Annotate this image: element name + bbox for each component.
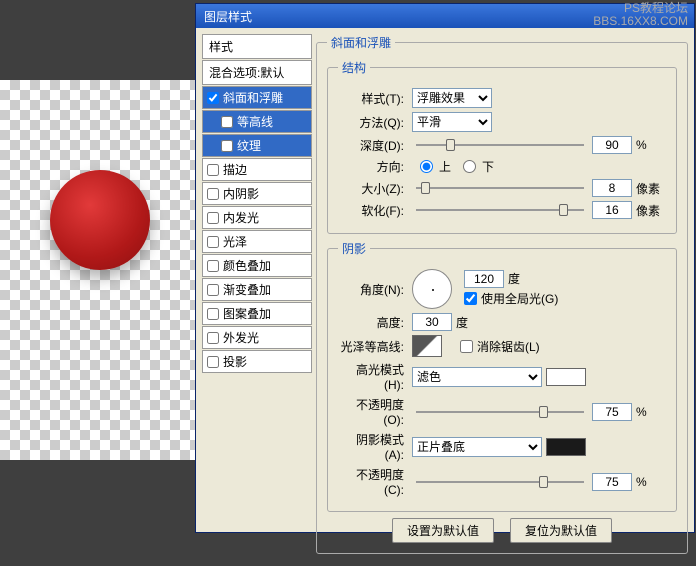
highlight-opacity-slider[interactable] [416, 403, 584, 421]
watermark-line2: BBS.16XX8.COM [593, 15, 688, 28]
soften-unit: 像素 [636, 202, 666, 219]
soften-label: 软化(F): [338, 202, 408, 219]
section-title: 斜面和浮雕 [327, 34, 395, 51]
altitude-label: 高度: [338, 314, 408, 331]
style-item-9[interactable]: 图案叠加 [202, 302, 312, 325]
altitude-unit: 度 [456, 314, 486, 331]
direction-down-radio[interactable] [463, 160, 476, 173]
size-label: 大小(Z): [338, 180, 408, 197]
style-label-3: 描边 [223, 161, 247, 178]
style-label-2: 纹理 [237, 137, 261, 154]
style-label-0: 斜面和浮雕 [223, 89, 283, 106]
style-item-3[interactable]: 描边 [202, 158, 312, 181]
style-item-10[interactable]: 外发光 [202, 326, 312, 349]
styles-list: 样式 混合选项:默认 斜面和浮雕等高线纹理描边内阴影内发光光泽颜色叠加渐变叠加图… [202, 34, 312, 560]
shadow-opacity-input[interactable] [592, 473, 632, 491]
red-circle-layer [50, 170, 150, 270]
depth-label: 深度(D): [338, 137, 408, 154]
style-checkbox-6[interactable] [207, 236, 219, 248]
style-item-5[interactable]: 内发光 [202, 206, 312, 229]
style-item-11[interactable]: 投影 [202, 350, 312, 373]
layer-style-dialog: 图层样式 样式 混合选项:默认 斜面和浮雕等高线纹理描边内阴影内发光光泽颜色叠加… [195, 3, 695, 533]
style-label: 样式(T): [338, 90, 408, 107]
canvas-checker [0, 80, 195, 460]
depth-slider[interactable] [416, 136, 584, 154]
style-label-5: 内发光 [223, 209, 259, 226]
blending-options-default[interactable]: 混合选项:默认 [202, 60, 312, 85]
style-checkbox-10[interactable] [207, 332, 219, 344]
style-label-10: 外发光 [223, 329, 259, 346]
style-item-2[interactable]: 纹理 [202, 134, 312, 157]
angle-unit: 度 [508, 270, 538, 287]
style-item-1[interactable]: 等高线 [202, 110, 312, 133]
direction-up-radio[interactable] [420, 160, 433, 173]
shadow-mode-label: 阴影模式(A): [338, 431, 408, 462]
shading-group: 阴影 角度(N): 度 使用全局光(G) [327, 240, 677, 512]
style-checkbox-3[interactable] [207, 164, 219, 176]
style-checkbox-9[interactable] [207, 308, 219, 320]
angle-label: 角度(N): [338, 281, 408, 298]
gloss-contour-label: 光泽等高线: [338, 338, 408, 355]
down-label: 下 [482, 158, 494, 175]
highlight-opacity-unit: % [636, 405, 666, 419]
reset-default-button[interactable]: 复位为默认值 [510, 518, 612, 543]
style-label-9: 图案叠加 [223, 305, 271, 322]
highlight-mode-label: 高光模式(H): [338, 361, 408, 392]
style-label-1: 等高线 [237, 113, 273, 130]
highlight-opacity-input[interactable] [592, 403, 632, 421]
style-item-7[interactable]: 颜色叠加 [202, 254, 312, 277]
structure-group: 结构 样式(T): 浮雕效果 方法(Q): 平滑 深度(D): % [327, 59, 677, 234]
global-light-checkbox[interactable] [464, 292, 477, 305]
antialias-checkbox[interactable] [460, 340, 473, 353]
style-checkbox-11[interactable] [207, 356, 219, 368]
style-item-0[interactable]: 斜面和浮雕 [202, 86, 312, 109]
technique-select[interactable]: 平滑 [412, 112, 492, 132]
size-input[interactable] [592, 179, 632, 197]
size-unit: 像素 [636, 180, 666, 197]
style-checkbox-4[interactable] [207, 188, 219, 200]
highlight-mode-select[interactable]: 滤色 [412, 367, 542, 387]
bevel-emboss-section: 斜面和浮雕 结构 样式(T): 浮雕效果 方法(Q): 平滑 深度(D): [316, 34, 688, 554]
technique-label: 方法(Q): [338, 114, 408, 131]
style-select[interactable]: 浮雕效果 [412, 88, 492, 108]
direction-label: 方向: [338, 158, 408, 175]
style-label-11: 投影 [223, 353, 247, 370]
size-slider[interactable] [416, 179, 584, 197]
style-label-4: 内阴影 [223, 185, 259, 202]
depth-unit: % [636, 138, 666, 152]
soften-slider[interactable] [416, 201, 584, 219]
style-item-8[interactable]: 渐变叠加 [202, 278, 312, 301]
style-label-6: 光泽 [223, 233, 247, 250]
shadow-mode-select[interactable]: 正片叠底 [412, 437, 542, 457]
structure-legend: 结构 [338, 59, 370, 76]
highlight-opacity-label: 不透明度(O): [338, 396, 408, 427]
style-label-8: 渐变叠加 [223, 281, 271, 298]
set-default-button[interactable]: 设置为默认值 [392, 518, 494, 543]
shadow-opacity-slider[interactable] [416, 473, 584, 491]
shadow-color-swatch[interactable] [546, 438, 586, 456]
style-checkbox-1[interactable] [221, 116, 233, 128]
shadow-opacity-unit: % [636, 475, 666, 489]
style-checkbox-0[interactable] [207, 92, 219, 104]
styles-header[interactable]: 样式 [202, 34, 312, 59]
shadow-opacity-label: 不透明度(C): [338, 466, 408, 497]
shading-legend: 阴影 [338, 240, 370, 257]
style-item-6[interactable]: 光泽 [202, 230, 312, 253]
style-checkbox-2[interactable] [221, 140, 233, 152]
style-checkbox-8[interactable] [207, 284, 219, 296]
highlight-color-swatch[interactable] [546, 368, 586, 386]
altitude-input[interactable] [412, 313, 452, 331]
depth-input[interactable] [592, 136, 632, 154]
antialias-label: 消除锯齿(L) [477, 338, 540, 355]
gloss-contour-picker[interactable] [412, 335, 442, 357]
global-light-label: 使用全局光(G) [481, 290, 558, 307]
style-item-4[interactable]: 内阴影 [202, 182, 312, 205]
style-label-7: 颜色叠加 [223, 257, 271, 274]
angle-input[interactable] [464, 270, 504, 288]
angle-dial[interactable] [412, 269, 452, 309]
soften-input[interactable] [592, 201, 632, 219]
up-label: 上 [439, 158, 451, 175]
style-checkbox-5[interactable] [207, 212, 219, 224]
style-checkbox-7[interactable] [207, 260, 219, 272]
